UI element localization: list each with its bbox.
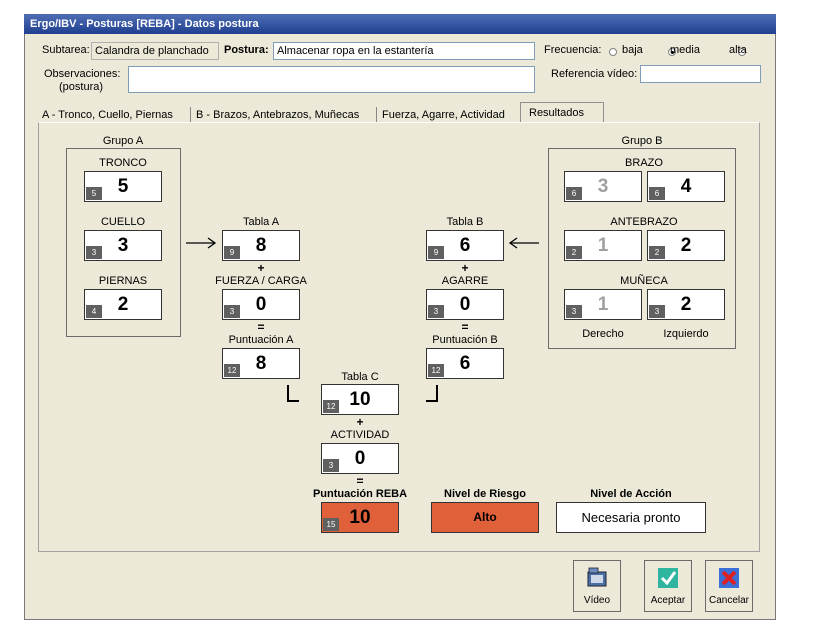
film-icon xyxy=(587,567,607,587)
agarre-value: 0 xyxy=(459,294,471,315)
subtarea-field[interactable]: Calandra de planchado xyxy=(91,42,219,60)
puntuacion-b-label: Puntuación B xyxy=(432,334,498,346)
brazo-izquierdo-value: 4 xyxy=(680,176,692,197)
tabla-a-value: 8 xyxy=(255,235,267,256)
brazo-label: BRAZO xyxy=(625,157,663,169)
piernas-value: 2 xyxy=(117,294,129,315)
brazo-izquierdo-score: 6 4 xyxy=(647,171,725,202)
actividad-score: 3 0 xyxy=(321,443,399,474)
tab-separator xyxy=(376,107,377,123)
video-button-label: Vídeo xyxy=(583,595,611,606)
equals-sign: = xyxy=(257,320,265,334)
cuello-score: 3 3 xyxy=(84,230,162,261)
puntuacion-a-label: Puntuación A xyxy=(228,334,294,346)
tabla-b-label: Tabla B xyxy=(446,216,484,228)
tabla-c-label: Tabla C xyxy=(341,371,379,383)
nivel-accion-label: Nivel de Acción xyxy=(590,488,672,500)
muneca-label: MUÑECA xyxy=(620,275,668,287)
cancelar-button[interactable]: Cancelar xyxy=(705,560,753,612)
puntuacion-b-value: 6 xyxy=(459,353,471,374)
antebrazo-derecho-value: 1 xyxy=(597,235,609,256)
aceptar-button-label: Aceptar xyxy=(650,595,686,606)
agarre-score: 3 0 xyxy=(426,289,504,320)
tabla-c-value: 10 xyxy=(349,389,371,410)
equals-sign: = xyxy=(356,474,364,488)
frecuencia-baja-label: baja xyxy=(622,44,643,56)
puntuacion-reba-score: 15 10 xyxy=(321,502,399,533)
brazo-derecho-value: 3 xyxy=(597,176,609,197)
puntuacion-a-score: 12 8 xyxy=(222,348,300,379)
arrow-left-icon xyxy=(508,237,539,249)
tabla-a-score: 9 8 xyxy=(222,230,300,261)
derecho-label: Derecho xyxy=(582,328,624,340)
piernas-score: 4 2 xyxy=(84,289,162,320)
tab-resultados[interactable]: Resultados xyxy=(520,102,604,123)
postura-field[interactable]: Almacenar ropa en la estantería xyxy=(273,42,535,60)
cuello-label: CUELLO xyxy=(100,216,146,228)
puntuacion-reba-value: 10 xyxy=(349,507,371,528)
piernas-label: PIERNAS xyxy=(98,275,148,287)
cancelar-button-label: Cancelar xyxy=(708,595,750,606)
puntuacion-b-score: 12 6 xyxy=(426,348,504,379)
equals-sign: = xyxy=(461,320,469,334)
muneca-izquierdo-score: 3 2 xyxy=(647,289,725,320)
antebrazo-label: ANTEBRAZO xyxy=(610,216,678,228)
window-title: Ergo/IBV - Posturas [REBA] - Datos postu… xyxy=(24,14,776,34)
referencia-video-label: Referencia vídeo: xyxy=(551,68,638,80)
antebrazo-derecho-score: 2 1 xyxy=(564,230,642,261)
nivel-riesgo-value: Alto xyxy=(431,502,539,533)
plus-sign: + xyxy=(461,261,469,275)
plus-sign: + xyxy=(257,261,265,275)
muneca-derecho-score: 3 1 xyxy=(564,289,642,320)
tab-resultados-label: Resultados xyxy=(529,107,585,119)
tronco-score: 5 5 xyxy=(84,171,162,202)
tabla-b-score: 9 6 xyxy=(426,230,504,261)
observaciones-field[interactable] xyxy=(128,66,535,93)
nivel-accion-value: Necesaria pronto xyxy=(556,502,706,533)
fuerza-carga-label: FUERZA / CARGA xyxy=(215,275,307,287)
grupo-b-title: Grupo B xyxy=(621,135,663,147)
cancel-x-icon xyxy=(719,568,739,588)
grupo-a-title: Grupo A xyxy=(102,135,144,147)
arrow-right-icon xyxy=(186,237,217,249)
izquierdo-label: Izquierdo xyxy=(663,328,709,340)
aceptar-button[interactable]: Aceptar xyxy=(644,560,692,612)
frecuencia-media-label: media xyxy=(670,44,700,56)
fuerza-carga-score: 3 0 xyxy=(222,289,300,320)
antebrazo-izquierdo-score: 2 2 xyxy=(647,230,725,261)
actividad-value: 0 xyxy=(354,448,366,469)
subtarea-label: Subtarea: xyxy=(42,44,90,56)
video-button[interactable]: Vídeo xyxy=(573,560,621,612)
actividad-label: ACTIVIDAD xyxy=(330,429,390,441)
fuerza-carga-value: 0 xyxy=(255,294,267,315)
tab-separator xyxy=(190,107,191,123)
tronco-value: 5 xyxy=(117,176,129,197)
plus-sign: + xyxy=(356,415,364,429)
antebrazo-izquierdo-value: 2 xyxy=(680,235,692,256)
puntuacion-reba-label: Puntuación REBA xyxy=(312,488,408,500)
frecuencia-alta-label: alta xyxy=(729,44,747,56)
bracket-b xyxy=(426,385,438,402)
checkmark-icon xyxy=(658,568,678,588)
tabla-b-value: 6 xyxy=(459,235,471,256)
frecuencia-label: Frecuencia: xyxy=(544,44,602,56)
tronco-label: TRONCO xyxy=(99,157,147,169)
nivel-riesgo-label: Nivel de Riesgo xyxy=(444,488,526,500)
postura-label: Postura: xyxy=(224,44,269,56)
referencia-video-field[interactable] xyxy=(640,65,761,83)
agarre-label: AGARRE xyxy=(441,275,489,287)
observaciones-sublabel: (postura) xyxy=(59,81,104,93)
muneca-izquierdo-value: 2 xyxy=(680,294,692,315)
bracket-a xyxy=(287,385,299,402)
tabla-c-score: 12 10 xyxy=(321,384,399,415)
puntuacion-a-value: 8 xyxy=(255,353,267,374)
observaciones-label: Observaciones: xyxy=(44,68,121,80)
muneca-derecho-value: 1 xyxy=(597,294,609,315)
tabla-a-label: Tabla A xyxy=(242,216,280,228)
cuello-value: 3 xyxy=(117,235,129,256)
brazo-derecho-score: 6 3 xyxy=(564,171,642,202)
